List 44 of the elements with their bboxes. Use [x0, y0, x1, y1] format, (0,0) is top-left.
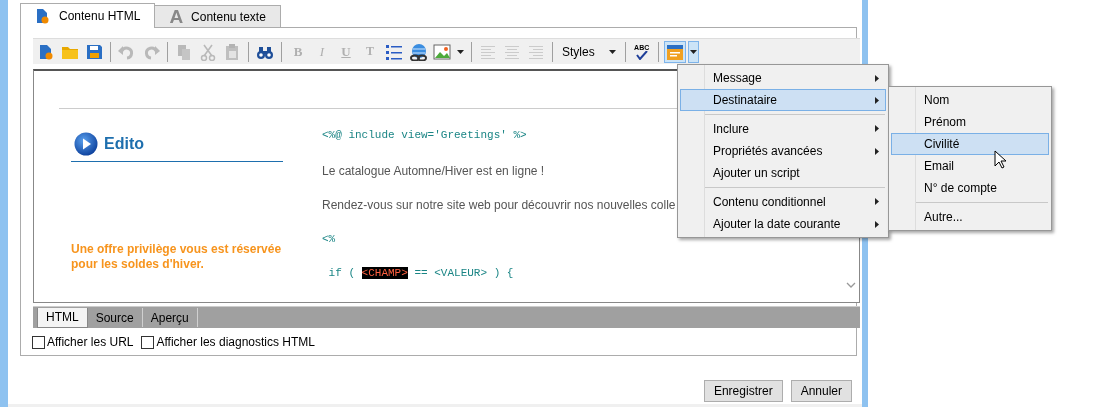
tab[interactable]: A Contenu texte: [154, 5, 281, 27]
mouse-cursor-icon: [994, 150, 1006, 169]
view-tab[interactable]: HTML: [37, 307, 88, 328]
submenu-arrow-icon: [875, 198, 879, 205]
promo-text: Une offre privilège vous est réservée pour les soldes d'hiver.: [71, 242, 283, 272]
letter-icon: A: [169, 7, 184, 26]
save-button[interactable]: Enregistrer: [703, 380, 783, 402]
code-line: if ( <CHAMP> == <VALEUR> ) {: [327, 267, 514, 279]
menu-item[interactable]: Ajouter un script: [680, 162, 886, 184]
caret-icon: [608, 49, 616, 54]
play-icon: [74, 132, 98, 156]
checkbox[interactable]: [141, 335, 155, 349]
submenu-arrow-icon: [875, 74, 879, 82]
submenu-arrow-icon: [875, 125, 879, 132]
text-line: Le catalogue Automne/Hiver est en ligne !: [322, 163, 545, 178]
menu-item[interactable]: Email: [891, 155, 1049, 177]
checkmark-icon: [635, 50, 648, 60]
checkbox[interactable]: [32, 335, 45, 349]
cancel-button[interactable]: Annuler: [790, 380, 852, 402]
html-document-icon: [35, 8, 51, 24]
section-heading: Edito: [71, 132, 283, 162]
view-tab[interactable]: Aperçu: [142, 308, 198, 327]
menu-item[interactable]: Message: [680, 67, 886, 89]
menu-item[interactable]: Civilité: [891, 133, 1049, 155]
insert-field-icon[interactable]: [663, 40, 686, 63]
menu-item[interactable]: Ajouter la date courante: [680, 213, 886, 235]
code-line: <%: [322, 232, 336, 245]
caret-icon[interactable]: [687, 40, 699, 63]
styles-dropdown[interactable]: Styles: [558, 40, 620, 63]
menu-item[interactable]: Destinataire: [680, 89, 886, 111]
tab[interactable]: Contenu HTML: [20, 3, 156, 28]
submenu-arrow-icon: [875, 147, 879, 155]
menu-item[interactable]: Nom: [891, 89, 1049, 111]
menu-item[interactable]: Prénom: [891, 111, 1049, 133]
code-line: <%@ include view='Greetings' %>: [322, 129, 527, 141]
submenu-arrow-icon: [875, 220, 879, 228]
menu-item[interactable]: Propriétés avancées: [680, 140, 886, 162]
view-tab[interactable]: Source: [87, 308, 143, 327]
menu-item[interactable]: N° de compte: [891, 177, 1049, 199]
submenu-arrow-icon: [875, 96, 879, 104]
checkbox-label[interactable]: Afficher les diagnostics HTML: [156, 335, 315, 349]
checkbox-label[interactable]: Afficher les URL: [47, 335, 134, 349]
text-line: Rendez-vous sur notre site web pour découvrir nos nouvelles colle: [322, 198, 676, 212]
chevron-down-icon[interactable]: [846, 282, 856, 288]
